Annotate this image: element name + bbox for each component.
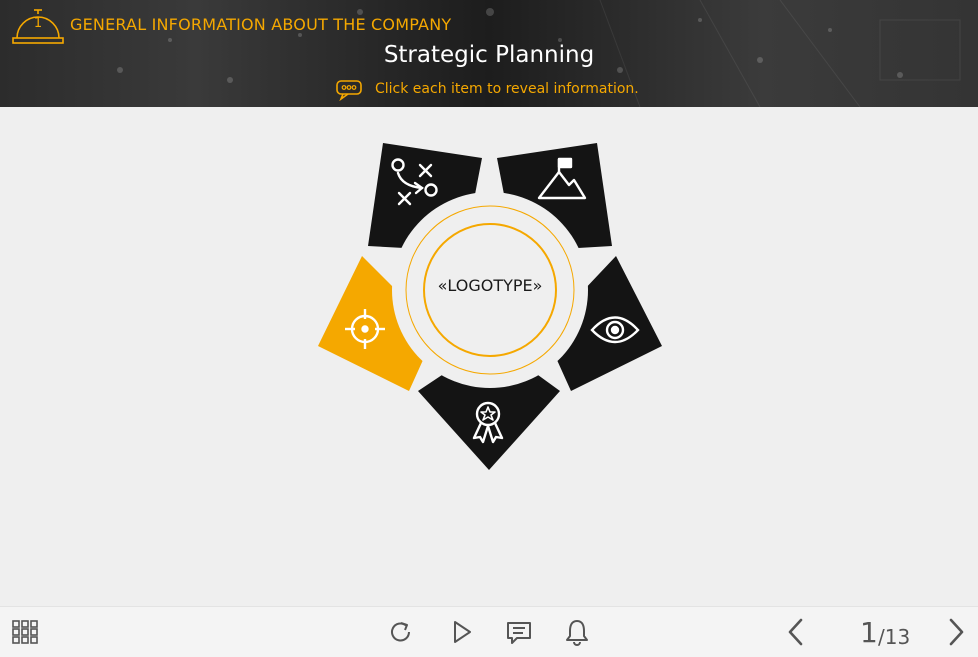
bottom-toolbar: 1 /13 — [0, 606, 978, 657]
previous-button[interactable] — [782, 617, 812, 647]
grid-menu-icon — [12, 620, 38, 644]
chevron-left-icon — [788, 618, 803, 646]
replay-icon — [391, 622, 410, 642]
logotype-label: «LOGOTYPE» — [437, 276, 543, 295]
page-counter: 1 /13 — [850, 613, 930, 649]
segment-values[interactable] — [418, 375, 560, 470]
comments-icon — [507, 622, 531, 644]
next-button[interactable] — [940, 617, 970, 647]
notifications-button[interactable] — [562, 617, 592, 647]
chevron-right-icon — [949, 618, 964, 646]
play-button[interactable] — [447, 617, 477, 647]
replay-button[interactable] — [386, 617, 416, 647]
current-page: 1 — [860, 616, 878, 649]
comments-button[interactable] — [504, 617, 534, 647]
pentagon-diagram — [318, 143, 662, 470]
total-pages: /13 — [878, 625, 911, 649]
bell-icon — [566, 620, 588, 646]
menu-button[interactable] — [10, 617, 40, 647]
play-icon — [454, 621, 471, 643]
